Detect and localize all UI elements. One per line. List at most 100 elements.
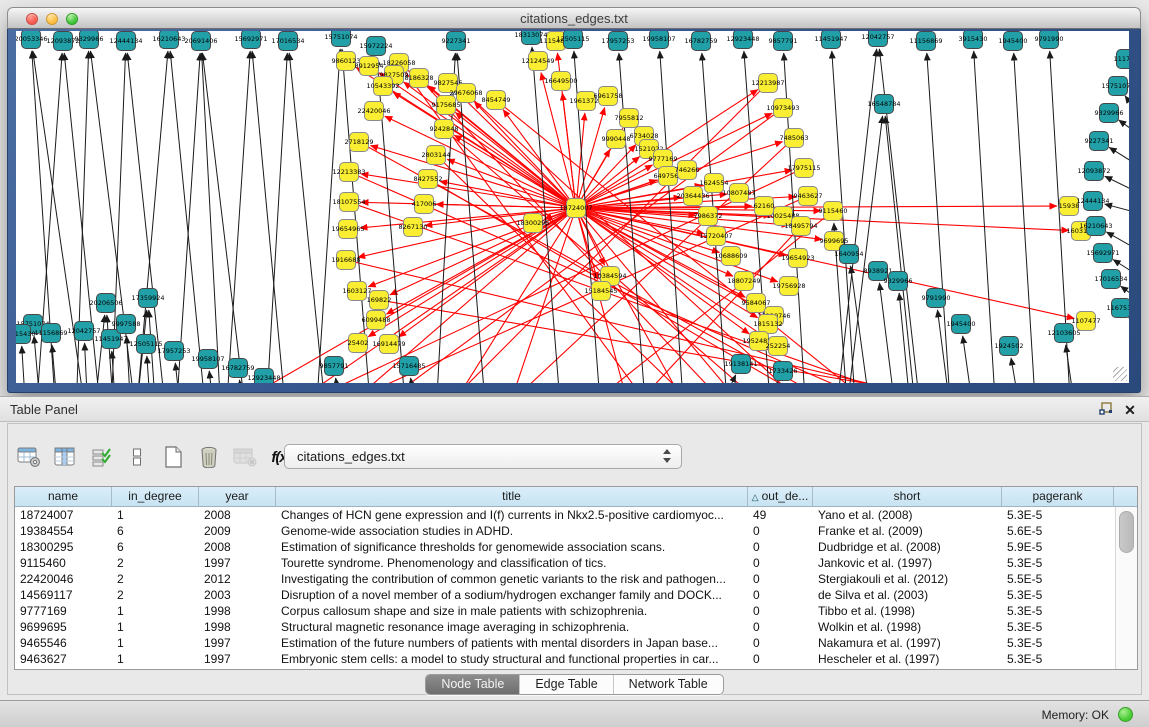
- graph-node[interactable]: 9791990: [922, 289, 951, 308]
- table-cell[interactable]: Genome-wide association studies in ADHD.: [276, 523, 748, 539]
- graph-node[interactable]: 9463627: [794, 187, 823, 206]
- graph-node[interactable]: 6099488: [362, 311, 391, 330]
- graph-node[interactable]: 12444134: [1076, 192, 1109, 211]
- graph-node[interactable]: 746266: [675, 161, 700, 180]
- float-panel-button[interactable]: [1097, 401, 1115, 419]
- table-cell[interactable]: 5.3E-5: [1002, 635, 1114, 651]
- graph-node[interactable]: 9227341: [442, 32, 471, 51]
- scrollbar-thumb[interactable]: [1119, 511, 1134, 553]
- graph-node[interactable]: 1107477: [1072, 312, 1101, 331]
- graph-edge[interactable]: [170, 51, 206, 383]
- graph-node[interactable]: 12093872: [1077, 162, 1110, 181]
- column-header-name[interactable]: name: [15, 487, 112, 506]
- graph-node[interactable]: 20691406: [184, 32, 217, 51]
- column-header-title[interactable]: title: [276, 487, 748, 506]
- graph-node[interactable]: 12213987: [751, 74, 784, 93]
- graph-edge[interactable]: [252, 51, 286, 383]
- graph-node[interactable]: 11156869: [909, 32, 942, 51]
- graph-node[interactable]: 25402: [348, 334, 369, 353]
- table-cell[interactable]: 1: [112, 651, 199, 667]
- window-zoom-button[interactable]: [66, 13, 78, 25]
- graph-edge[interactable]: [209, 371, 214, 383]
- graph-edge[interactable]: [136, 51, 168, 383]
- graph-node[interactable]: 1945400: [947, 315, 976, 334]
- graph-node[interactable]: 17975115: [787, 159, 820, 178]
- graph-node[interactable]: 17016534: [1094, 270, 1127, 289]
- table-cell[interactable]: Yano et al. (2008): [813, 507, 1002, 523]
- graph-edge[interactable]: [927, 53, 951, 383]
- table-cell[interactable]: Stergiakouli et al. (2012): [813, 571, 1002, 587]
- table-cell[interactable]: Dudbridge et al. (2008): [813, 539, 1002, 555]
- graph-node[interactable]: 19654923: [781, 249, 814, 268]
- table-cell[interactable]: 0: [748, 523, 813, 539]
- graph-node[interactable]: 16548784: [867, 95, 900, 114]
- graph-edge[interactable]: [761, 382, 778, 383]
- table-cell[interactable]: 2: [112, 587, 199, 603]
- graph-node[interactable]: 111727: [1114, 50, 1129, 69]
- table-cell[interactable]: 5.3E-5: [1002, 507, 1114, 523]
- table-cell[interactable]: Tibbo et al. (1998): [813, 603, 1002, 619]
- delete-column-button[interactable]: [196, 445, 222, 469]
- table-cell[interactable]: Estimation of significance thresholds fo…: [276, 539, 748, 555]
- table-row[interactable]: 1872400712008Changes of HCN gene express…: [15, 507, 1137, 523]
- graph-edge[interactable]: [879, 283, 896, 383]
- window-close-button[interactable]: [26, 13, 38, 25]
- delete-table-button[interactable]: [232, 445, 258, 469]
- graph-edge[interactable]: [226, 51, 250, 383]
- graph-edge[interactable]: [963, 336, 974, 383]
- table-cell[interactable]: 2: [112, 571, 199, 587]
- table-cell[interactable]: 2: [112, 555, 199, 571]
- graph-edge[interactable]: [1121, 286, 1129, 296]
- graph-edge[interactable]: [454, 135, 576, 208]
- table-options-button[interactable]: [16, 445, 42, 469]
- table-cell[interactable]: 1: [112, 619, 199, 635]
- table-row[interactable]: 1456911722003Disruption of a novel membe…: [15, 587, 1137, 603]
- table-cell[interactable]: 18724007: [15, 507, 112, 523]
- column-header-pagerank[interactable]: pagerank: [1002, 487, 1114, 506]
- graph-node[interactable]: 417006: [412, 195, 437, 214]
- tab-node-table[interactable]: Node Table: [426, 675, 519, 694]
- column-header-in_degree[interactable]: in_degree: [112, 487, 199, 506]
- table-cell[interactable]: 1: [112, 635, 199, 651]
- table-cell[interactable]: 5.5E-5: [1002, 571, 1114, 587]
- table-cell[interactable]: 1997: [199, 651, 276, 667]
- graph-node[interactable]: 20053346: [16, 31, 48, 49]
- graph-edge[interactable]: [1014, 53, 1036, 383]
- table-cell[interactable]: 1997: [199, 635, 276, 651]
- graph-node[interactable]: 12213383: [332, 163, 365, 182]
- graph-node[interactable]: 10688609: [714, 247, 747, 266]
- tab-network-table[interactable]: Network Table: [613, 675, 723, 694]
- table-cell[interactable]: 0: [748, 539, 813, 555]
- show-columns-button[interactable]: [52, 445, 78, 469]
- graph-node[interactable]: 22420046: [357, 102, 390, 121]
- table-cell[interactable]: Corpus callosum shape and size in male p…: [276, 603, 748, 619]
- graph-edge[interactable]: [22, 346, 26, 383]
- table-cell[interactable]: 1: [112, 507, 199, 523]
- table-cell[interactable]: 9463627: [15, 651, 112, 667]
- graph-edge[interactable]: [147, 356, 151, 383]
- table-cell[interactable]: 0: [748, 651, 813, 667]
- table-cell[interactable]: 9465546: [15, 635, 112, 651]
- table-cell[interactable]: 2008: [199, 507, 276, 523]
- column-header-out_de[interactable]: △out_de...: [748, 487, 813, 506]
- graph-edge[interactable]: [266, 53, 287, 383]
- table-cell[interactable]: 6: [112, 523, 199, 539]
- graph-node[interactable]: 19756928: [772, 277, 805, 296]
- graph-node[interactable]: 15751074: [324, 31, 357, 47]
- table-cell[interactable]: Embryonic stem cells: a model to study s…: [276, 651, 748, 667]
- table-cell[interactable]: 19384554: [15, 523, 112, 539]
- graph-edge[interactable]: [851, 266, 871, 383]
- table-cell[interactable]: Jankovic et al. (1997): [813, 555, 1002, 571]
- graph-edge[interactable]: [316, 49, 340, 383]
- graph-edge[interactable]: [1119, 120, 1129, 131]
- table-row[interactable]: 1830029562008Estimation of significance …: [15, 539, 1137, 555]
- table-cell[interactable]: 5.3E-5: [1002, 651, 1114, 667]
- graph-node[interactable]: 12923448: [726, 31, 759, 49]
- table-cell[interactable]: Changes of HCN gene expression and I(f) …: [276, 507, 748, 523]
- graph-node[interactable]: 169822: [367, 291, 392, 310]
- graph-node[interactable]: 1167530: [1107, 299, 1129, 318]
- row-selector-button[interactable]: [124, 445, 150, 469]
- graph-edge[interactable]: [1105, 176, 1129, 189]
- graph-node[interactable]: 9791990: [1035, 31, 1064, 49]
- graph-edge[interactable]: [289, 53, 326, 383]
